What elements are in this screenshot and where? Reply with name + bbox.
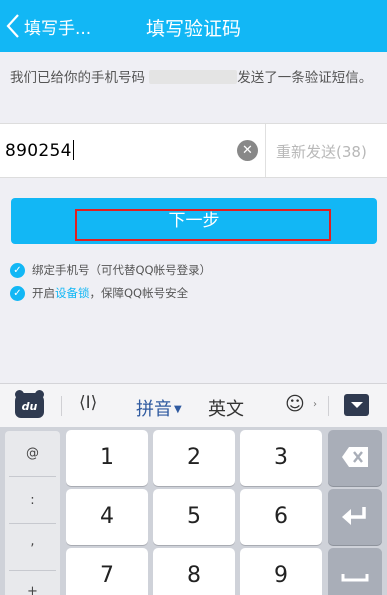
enter-icon xyxy=(342,507,366,525)
english-mode-button[interactable]: 英文 xyxy=(208,395,244,421)
page-title: 填写验证码 xyxy=(145,18,241,40)
verification-code-input[interactable]: 890254 xyxy=(5,140,75,161)
code-value: 890254 xyxy=(5,141,72,161)
next-button-label[interactable]: 下一步 xyxy=(11,198,377,244)
cursor-move-icon[interactable]: ⟨I⟩ xyxy=(79,393,97,413)
key-3[interactable]: 3 xyxy=(240,430,322,486)
baidu-ime-logo-icon[interactable]: du xyxy=(15,390,44,418)
symbol-key-comma[interactable]: , xyxy=(5,534,60,549)
backspace-key[interactable] xyxy=(328,430,382,486)
symbol-key-colon[interactable]: : xyxy=(5,493,60,508)
divider xyxy=(9,476,56,477)
clear-input-icon[interactable]: ✕ xyxy=(237,140,258,161)
space-key[interactable] xyxy=(328,548,382,595)
key-5[interactable]: 5 xyxy=(153,489,235,545)
dropdown-caret-icon: ▼ xyxy=(174,404,182,415)
key-6[interactable]: 6 xyxy=(240,489,322,545)
text-caret xyxy=(72,140,75,160)
checkmark-icon[interactable]: ✓ xyxy=(10,262,25,278)
lock-prefix: 开启 xyxy=(32,286,55,300)
chevron-right-icon: › xyxy=(313,399,317,410)
device-lock-link[interactable]: 设备锁 xyxy=(55,285,90,301)
emoji-icon[interactable]: ☺ xyxy=(285,393,305,415)
backspace-icon xyxy=(342,447,368,467)
title-bar: 填写手... 填写验证码 xyxy=(0,0,387,52)
bind-phone-label: 绑定手机号（可代替QQ帐号登录） xyxy=(32,263,212,277)
pinyin-label: 拼音 xyxy=(136,399,172,420)
symbol-key-at[interactable]: @ xyxy=(5,446,60,461)
numeric-keyboard: @ : , + 1 2 3 4 5 6 7 8 9 xyxy=(0,427,387,595)
checkmark-icon[interactable]: ✓ xyxy=(10,285,25,301)
space-icon xyxy=(341,574,369,582)
resend-button[interactable]: 重新发送(38) xyxy=(276,141,367,162)
toolbar-divider xyxy=(61,396,62,416)
symbol-key-plus[interactable]: + xyxy=(5,584,60,595)
lock-suffix: ，保障QQ帐号安全 xyxy=(89,286,189,300)
code-input-row: 890254 ✕ 重新发送(38) xyxy=(0,123,387,178)
enter-key[interactable] xyxy=(328,489,382,545)
key-9[interactable]: 9 xyxy=(240,548,322,595)
key-7[interactable]: 7 xyxy=(66,548,148,595)
divider xyxy=(9,523,56,524)
symbol-column: @ : , + xyxy=(5,431,60,595)
divider xyxy=(9,570,56,571)
toolbar-divider xyxy=(328,396,329,416)
notice-prefix: 我们已给你的手机号码 xyxy=(10,70,150,86)
masked-phone-number xyxy=(149,70,238,84)
bind-phone-option[interactable]: ✓ 绑定手机号（可代替QQ帐号登录） xyxy=(10,262,211,278)
hide-keyboard-icon[interactable] xyxy=(344,394,369,416)
sms-notice: 我们已给你的手机号码 发送了一条验证短信。 xyxy=(10,68,376,89)
key-1[interactable]: 1 xyxy=(66,430,148,486)
key-2[interactable]: 2 xyxy=(153,430,235,486)
notice-suffix: 发送了一条验证短信。 xyxy=(237,70,373,86)
pinyin-mode-button[interactable]: 拼音 ▼ xyxy=(136,395,182,421)
ime-toolbar: du ⟨I⟩ 拼音 ▼ 英文 ☺ › xyxy=(0,383,387,427)
key-8[interactable]: 8 xyxy=(153,548,235,595)
device-lock-option[interactable]: ✓ 开启 设备锁 ，保障QQ帐号安全 xyxy=(10,285,188,301)
key-4[interactable]: 4 xyxy=(66,489,148,545)
divider xyxy=(265,124,266,177)
